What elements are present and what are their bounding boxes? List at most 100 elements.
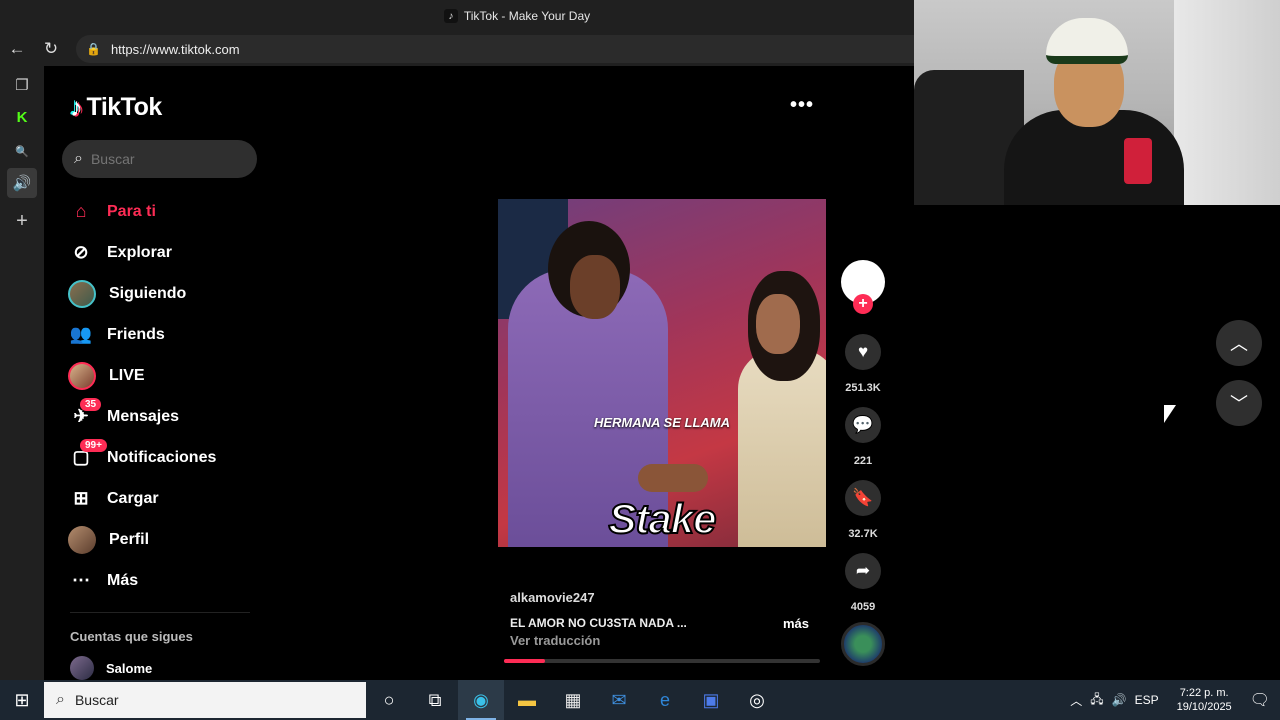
sidebar-item-label: Friends xyxy=(107,325,165,343)
share-count: 4059 xyxy=(850,601,876,613)
search-input[interactable] xyxy=(90,151,231,167)
sidebar-item-explorar[interactable]: ⊘ Explorar xyxy=(62,232,257,273)
tiktok-tab-audio-icon[interactable]: 🔊 xyxy=(7,168,37,198)
task-view-icon[interactable]: ⧉ xyxy=(412,680,458,720)
messages-badge: 35 xyxy=(80,398,102,411)
address-bar-row: ← ↻ 🔒 https://www.tiktok.com xyxy=(0,32,916,66)
sidebar-item-label: Perfil xyxy=(109,530,150,548)
more-dots-icon: ⋯ xyxy=(72,570,90,590)
avatar xyxy=(68,279,96,308)
video-author[interactable]: alkamovie247 xyxy=(510,590,810,605)
mail-icon[interactable]: ✉ xyxy=(596,680,642,720)
video-meta: alkamovie247 EL AMOR NO CU3STA NADA ... … xyxy=(510,590,810,648)
search-tab-icon[interactable]: 🔍 xyxy=(7,136,37,166)
file-explorer-icon[interactable]: ▬ xyxy=(504,680,550,720)
webcam-wall xyxy=(1174,0,1280,205)
upload-icon: ⊞ xyxy=(73,488,89,508)
sidebar-item-live[interactable]: LIVE xyxy=(62,355,257,396)
sidebar-item-label: Siguiendo xyxy=(109,284,187,302)
search-icon: ⌕ xyxy=(74,150,83,167)
kick-tab-icon[interactable]: K xyxy=(7,102,37,132)
following-heading: Cuentas que sigues xyxy=(70,629,193,644)
sidebar-item-siguiendo[interactable]: Siguiendo xyxy=(62,273,257,314)
network-icon[interactable]: 🖧 xyxy=(1090,690,1103,711)
sidebar-item-label: Notificaciones xyxy=(107,448,217,466)
notification-center-icon[interactable]: 🗨 xyxy=(1250,690,1270,710)
taskbar-search[interactable]: ⌕ Buscar xyxy=(44,682,366,718)
browser-tab[interactable]: ♪ TikTok - Make Your Day xyxy=(443,9,591,23)
sidebar-item-label: Mensajes xyxy=(107,407,180,425)
tiktok-page: ♪ TikTok ⌕ ⌂ Para ti ⊘ Explorar Siguiend… xyxy=(48,66,914,680)
translate-link[interactable]: Ver traducción xyxy=(510,633,600,648)
sidebar-item-perfil[interactable]: Perfil xyxy=(62,519,257,560)
windows-taskbar: ⊞ ⌕ Buscar ○ ⧉ ◉ ▬ ▦ ✉ e ▣ ◎ ︿ 🖧 🔊 ESP 7… xyxy=(0,680,1280,720)
sidebar-item-para-ti[interactable]: ⌂ Para ti xyxy=(62,191,257,232)
sidebar-item-label: LIVE xyxy=(109,366,145,384)
sidebar-item-friends[interactable]: 👥 Friends xyxy=(62,314,257,355)
more-description-button[interactable]: más xyxy=(783,616,809,631)
edge-legacy-icon[interactable]: e xyxy=(642,680,688,720)
search-box[interactable]: ⌕ xyxy=(62,140,257,178)
avatar xyxy=(68,525,96,554)
video-progress-fill xyxy=(504,659,546,663)
microsoft-store-icon[interactable]: ▦ xyxy=(550,680,596,720)
tiktok-favicon-icon: ♪ xyxy=(443,9,458,23)
follow-plus-icon[interactable]: + xyxy=(853,294,873,314)
sidebar-item-label: Más xyxy=(107,571,139,589)
language-indicator[interactable]: ESP xyxy=(1135,693,1159,707)
save-count: 32.7K xyxy=(848,528,878,540)
tiktok-logo[interactable]: ♪ TikTok xyxy=(70,92,162,123)
volume-icon[interactable]: 🔊 xyxy=(1112,693,1127,707)
following-account[interactable]: Salome xyxy=(70,656,152,680)
sidebar-item-mas[interactable]: ⋯ Más xyxy=(62,560,257,601)
creator-avatar[interactable]: + xyxy=(841,260,885,314)
url-field[interactable]: 🔒 https://www.tiktok.com xyxy=(76,35,916,63)
next-video-button[interactable]: ﹀ xyxy=(1216,380,1262,426)
tiktok-note-icon: ♪ xyxy=(70,92,83,122)
video-player[interactable]: HERMANA SE LLAMA Stake xyxy=(498,199,826,547)
sidebar-item-notificaciones[interactable]: ▢ 99+ Notificaciones xyxy=(62,437,257,478)
avatar xyxy=(70,656,94,680)
app-icon[interactable]: ▣ xyxy=(688,680,734,720)
taskbar-search-placeholder: Buscar xyxy=(74,692,119,708)
more-options-icon[interactable]: ••• xyxy=(790,94,814,117)
tab-title: TikTok - Make Your Day xyxy=(463,9,591,23)
windows-start-icon[interactable]: ⊞ xyxy=(0,680,44,720)
vertical-tabs-strip: ❐ K 🔍 🔊 + xyxy=(0,66,44,680)
comment-icon[interactable]: 💬 xyxy=(845,407,881,443)
url-text: https://www.tiktok.com xyxy=(110,41,240,57)
webcam-cup xyxy=(1124,138,1152,184)
bookmark-icon[interactable]: 🔖 xyxy=(845,480,881,516)
sidebar-item-mensajes[interactable]: ✈ 35 Mensajes xyxy=(62,396,257,437)
cortana-icon[interactable]: ○ xyxy=(366,680,412,720)
refresh-button[interactable]: ↻ xyxy=(34,34,68,64)
like-count: 251.3K xyxy=(845,382,881,394)
home-icon: ⌂ xyxy=(75,201,87,221)
tab-actions-icon[interactable]: ❐ xyxy=(7,70,37,100)
avatar xyxy=(68,361,96,390)
comment-count: 221 xyxy=(853,455,873,467)
obs-icon[interactable]: ◎ xyxy=(734,680,780,720)
video-progress-bar[interactable] xyxy=(504,659,820,663)
clock[interactable]: 7:22 p. m. 19/10/2025 xyxy=(1177,686,1232,714)
following-account-name: Salome xyxy=(106,660,153,676)
sidebar-divider xyxy=(70,612,250,613)
sidebar-item-label: Cargar xyxy=(107,489,159,507)
sidebar-nav: ⌂ Para ti ⊘ Explorar Siguiendo 👥 Friends… xyxy=(62,191,257,601)
video-person-right-face xyxy=(756,294,800,354)
music-disc-icon[interactable] xyxy=(841,622,885,666)
new-tab-plus-icon[interactable]: + xyxy=(7,206,37,236)
chevron-up-icon[interactable]: ︿ xyxy=(1070,692,1082,709)
share-icon[interactable]: ➦ xyxy=(845,553,881,589)
video-person-left-face xyxy=(570,255,620,319)
like-icon[interactable]: ♥ xyxy=(845,334,881,370)
right-empty-area xyxy=(914,205,1280,680)
edge-browser-icon[interactable]: ◉ xyxy=(458,680,504,720)
back-button[interactable]: ← xyxy=(0,34,34,64)
sidebar-item-label: Explorar xyxy=(107,243,172,261)
webcam-overlay xyxy=(914,0,1280,205)
previous-video-button[interactable]: ︿ xyxy=(1216,320,1262,366)
sidebar-item-cargar[interactable]: ⊞ Cargar xyxy=(62,478,257,519)
friends-icon: 👥 xyxy=(69,324,93,344)
clock-date: 19/10/2025 xyxy=(1176,701,1232,713)
